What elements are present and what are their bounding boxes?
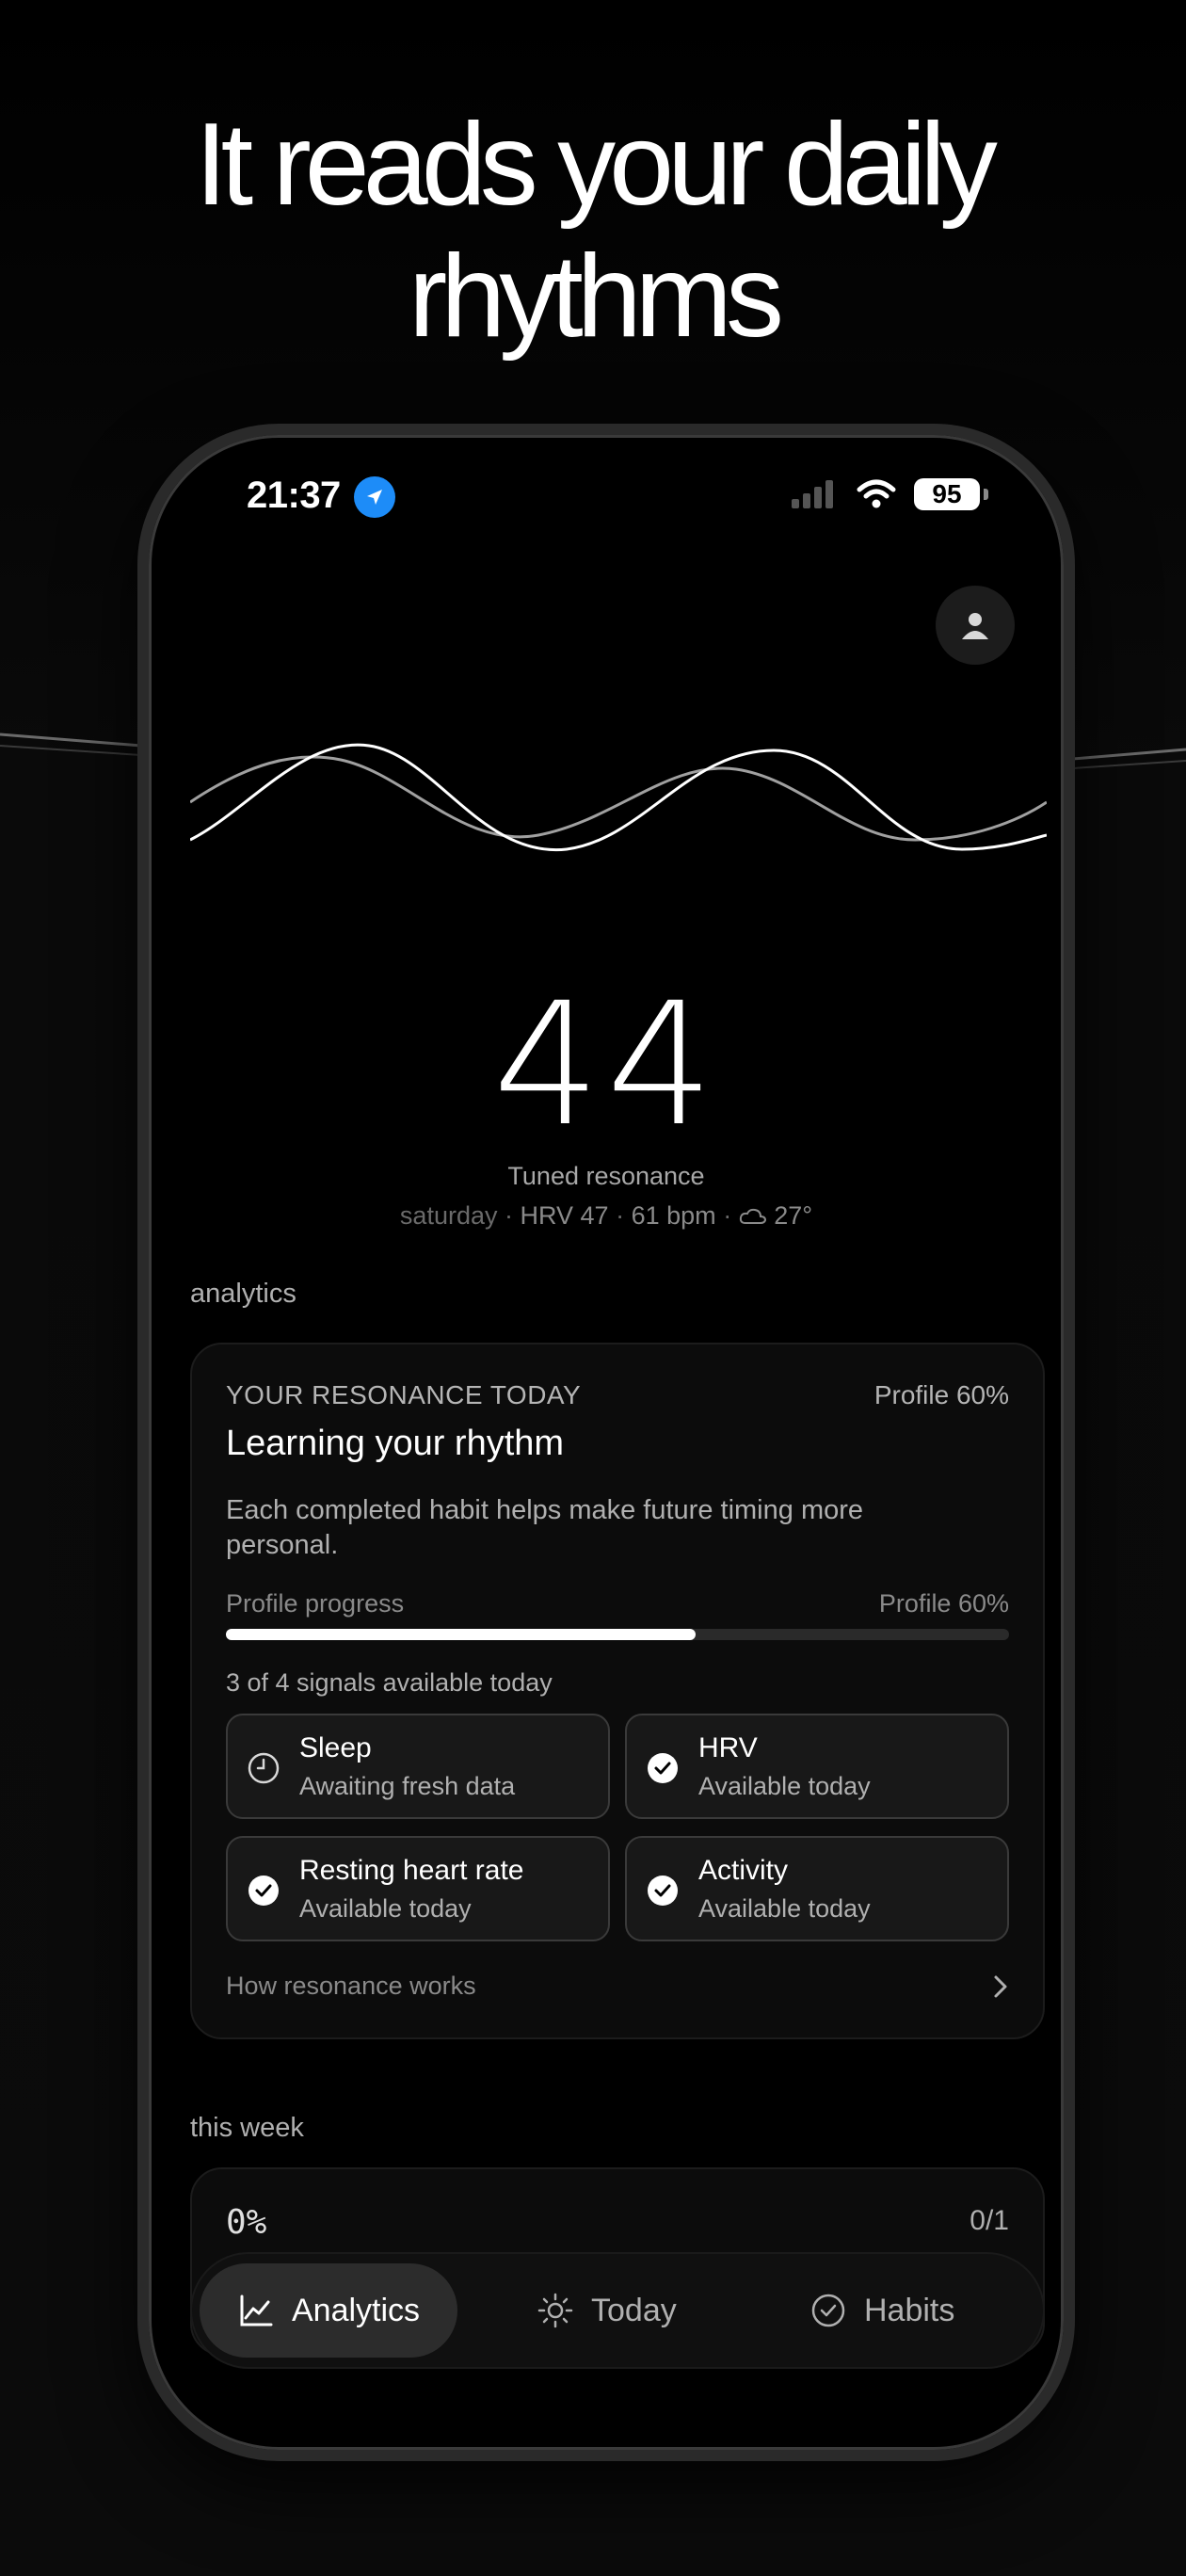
signal-name: Sleep	[299, 1732, 372, 1763]
week-count: 0/1	[970, 2205, 1009, 2236]
cellular-signal-icon	[792, 480, 833, 508]
check-circle-icon	[811, 2294, 845, 2327]
signal-status: Available today	[698, 1894, 871, 1923]
resonance-label: Tuned resonance	[507, 1162, 705, 1190]
tab-analytics[interactable]: Analytics	[200, 2263, 458, 2358]
profile-button[interactable]	[936, 586, 1015, 665]
wave-secondary	[190, 755, 1047, 842]
sun-icon	[537, 2293, 573, 2328]
wave-primary	[190, 743, 1047, 852]
signals-summary: 3 of 4 signals available today	[226, 1668, 553, 1697]
signal-status: Available today	[299, 1894, 472, 1923]
tab-habits[interactable]: Habits	[772, 2263, 992, 2358]
headline-line-2: rhythms	[409, 232, 784, 362]
daily-metrics-line: saturday · HRV 47 · 61 bpm · 27°	[149, 1201, 1064, 1231]
day-label: saturday	[399, 1201, 498, 1230]
week-section-title: this week	[190, 2113, 304, 2143]
app-screen: 21:37 95 44 Tuned resonance saturday · H…	[149, 435, 1064, 2450]
analytics-section-title: analytics	[190, 1279, 296, 1309]
how-resonance-works-link[interactable]: How resonance works	[226, 1972, 476, 2001]
separator: ·	[505, 1201, 513, 1230]
profile-progress-fill	[226, 1629, 697, 1640]
progress-label: Profile progress	[226, 1589, 405, 1618]
signal-name: Activity	[698, 1855, 789, 1886]
card-kicker: YOUR RESONANCE TODAY	[226, 1380, 582, 1409]
chart-line-icon	[240, 2294, 273, 2326]
person-icon	[962, 613, 988, 639]
card-title: Learning your rhythm	[226, 1424, 565, 1463]
location-arrow-icon	[354, 476, 395, 518]
signal-card-activity[interactable]: Activity Available today	[625, 1836, 1009, 1941]
signal-card-resting-heart-rate[interactable]: Resting heart rate Available today	[226, 1836, 610, 1941]
week-percent: 0%	[226, 2203, 267, 2242]
signal-card-sleep[interactable]: Sleep Awaiting fresh data	[226, 1714, 610, 1819]
rhythm-waveform	[190, 743, 1047, 852]
status-time: 21:37	[247, 475, 341, 516]
card-description: Each completed habit helps make future t…	[226, 1495, 864, 1560]
progress-value-label: Profile 60%	[878, 1589, 1009, 1618]
signal-name: HRV	[698, 1732, 758, 1763]
tab-label: Today	[591, 2292, 677, 2328]
headline: It reads your daily rhythms	[0, 99, 1186, 362]
separator: ·	[616, 1201, 625, 1230]
resonance-score: 44	[492, 967, 720, 1164]
wifi-icon	[857, 479, 896, 508]
battery-indicator: 95	[914, 478, 980, 510]
tab-label: Analytics	[292, 2292, 421, 2328]
resonance-card: YOUR RESONANCE TODAY Profile 60% Learnin…	[190, 1343, 1045, 2039]
check-circle-icon	[648, 1753, 678, 1783]
signal-status: Available today	[698, 1772, 871, 1800]
bpm-value: 61 bpm	[631, 1201, 716, 1230]
cloud-icon	[739, 1208, 766, 1224]
tab-today[interactable]: Today	[499, 2263, 714, 2358]
profile-badge: Profile 60%	[873, 1380, 1009, 1409]
headline-line-1: It reads your daily	[195, 100, 998, 230]
chevron-right-icon[interactable]	[986, 1970, 1015, 2004]
hrv-value: HRV 47	[520, 1201, 609, 1230]
clock-icon	[248, 1752, 280, 1784]
status-indicators: 95	[790, 478, 988, 510]
signal-name: Resting heart rate	[299, 1855, 524, 1886]
signal-card-hrv[interactable]: HRV Available today	[625, 1714, 1009, 1819]
signal-status: Awaiting fresh data	[299, 1772, 516, 1800]
temperature-value: 27°	[774, 1201, 813, 1230]
battery-tip	[984, 489, 988, 500]
check-circle-icon	[648, 1876, 678, 1906]
check-circle-icon	[248, 1876, 279, 1906]
tab-label: Habits	[864, 2292, 955, 2328]
profile-progress-bar	[226, 1629, 1009, 1640]
separator: ·	[723, 1201, 732, 1230]
tab-bar: Analytics Today Habits	[190, 2252, 1045, 2369]
phone-frame: 21:37 95 44 Tuned resonance saturday · H…	[137, 424, 1075, 2461]
